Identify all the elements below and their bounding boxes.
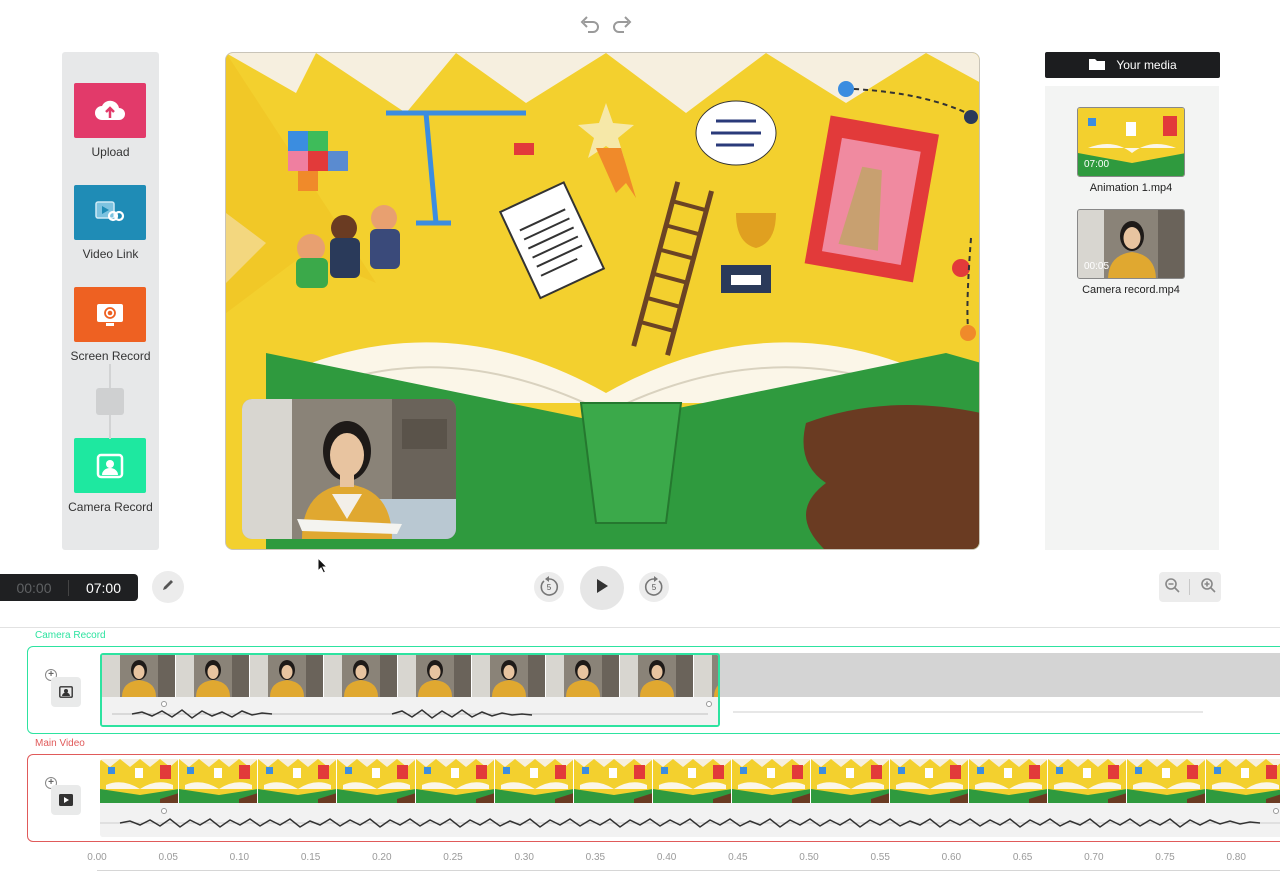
forward-seconds: 5 <box>651 582 657 592</box>
mode-toggle[interactable] <box>96 388 124 415</box>
ruler-tick: 0.45 <box>728 852 748 863</box>
undo-icon[interactable] <box>578 12 602 36</box>
ruler-tick: 0.15 <box>300 852 321 863</box>
ruler-tick: 0.75 <box>1155 852 1175 863</box>
ruler-tick: 0.40 <box>656 852 677 863</box>
ruler-tick: 0.60 <box>941 852 962 863</box>
ruler-tick: 0.10 <box>229 852 250 863</box>
edit-button[interactable] <box>152 571 184 603</box>
empty-track-area <box>647 653 1280 697</box>
ruler-tick: 0.35 <box>585 852 606 863</box>
media-library: 07:00 Animation 1.mp4 00:05 Camera recor… <box>1045 86 1219 550</box>
screen-record-icon[interactable] <box>74 287 146 342</box>
camera-track: + <box>27 646 1280 734</box>
media-name: Animation 1.mp4 <box>1089 182 1173 194</box>
rewind-icon: 5 <box>538 576 560 598</box>
zoom-in-icon[interactable] <box>1200 577 1216 598</box>
presenter-image <box>242 399 456 539</box>
camera-track-label: Camera Record <box>35 630 106 641</box>
total-time: 07:00 <box>85 579 122 596</box>
ruler-tick: 0.50 <box>799 852 819 863</box>
rewind-5-button[interactable]: 5 <box>534 572 564 602</box>
forward-5-button[interactable]: 5 <box>639 572 669 602</box>
media-header-label: Your media <box>1116 58 1177 72</box>
video-link-tool[interactable]: Video Link <box>74 185 147 261</box>
zoom-controls <box>1159 572 1221 602</box>
redo-icon[interactable] <box>610 12 634 36</box>
ruler-tick: 0.30 <box>514 852 534 863</box>
tool-label: Camera Record <box>68 500 153 514</box>
timeline-divider <box>0 627 1280 628</box>
timeline-ruler[interactable]: 0.00 0.05 0.10 0.15 0.20 0.25 0.30 0.35 0.40 0.45… <box>87 848 1280 876</box>
video-icon <box>59 794 73 806</box>
main-video-clip[interactable] <box>100 759 1280 837</box>
tool-label: Upload <box>91 145 130 159</box>
media-item[interactable]: 00:05 Camera record.mp4 <box>1077 209 1185 296</box>
rewind-seconds: 5 <box>546 582 552 592</box>
zoom-divider <box>1189 579 1191 595</box>
camera-clip[interactable] <box>100 653 720 727</box>
history-controls <box>578 12 634 36</box>
add-camera-clip-button[interactable]: + <box>45 669 81 707</box>
empty-audio-lane <box>728 699 1280 721</box>
video-link-icon[interactable] <box>74 185 146 240</box>
ruler-tick: 0.65 <box>1012 852 1033 863</box>
ruler-tick: 0.70 <box>1084 852 1104 863</box>
cursor-icon <box>317 557 329 574</box>
upload-tool[interactable]: Upload <box>74 83 147 159</box>
your-media-button[interactable]: Your media <box>1045 52 1220 78</box>
recording-tools-panel: Upload Video Link Screen Record Camera R… <box>62 52 159 550</box>
media-duration: 00:05 <box>1084 261 1110 272</box>
pencil-icon <box>161 578 175 597</box>
main-video-track: + <box>27 754 1280 842</box>
audio-lane-line <box>733 711 1203 713</box>
play-button[interactable] <box>580 566 624 610</box>
folder-icon <box>1088 57 1106 74</box>
play-icon <box>594 577 610 600</box>
ruler-tick: 0.80 <box>1226 852 1246 863</box>
current-time[interactable]: 00:00 <box>0 579 69 596</box>
forward-icon: 5 <box>643 576 665 598</box>
ruler-tick: 0.25 <box>443 852 463 863</box>
tool-label: Screen Record <box>70 349 151 363</box>
zoom-out-icon[interactable] <box>1164 577 1180 598</box>
ruler-tick: 0.55 <box>870 852 890 863</box>
media-item[interactable]: 07:00 Animation 1.mp4 <box>1077 107 1185 194</box>
media-thumbnail[interactable]: 00:05 <box>1077 209 1185 279</box>
camera-record-icon <box>59 686 73 698</box>
add-main-clip-button[interactable]: + <box>45 777 81 815</box>
tool-label: Video Link <box>82 247 139 261</box>
camera-clip-frames <box>102 655 718 725</box>
screen-record-tool[interactable]: Screen Record <box>70 287 151 363</box>
main-clip-frames <box>100 759 1280 837</box>
ruler-baseline <box>97 870 1280 871</box>
media-thumbnail[interactable]: 07:00 <box>1077 107 1185 177</box>
camera-record-tool[interactable]: Camera Record <box>68 438 153 514</box>
timecode-display: 00:00 07:00 <box>0 574 138 601</box>
camera-overlay[interactable] <box>242 399 456 539</box>
ruler-tick: 0.20 <box>372 852 392 863</box>
main-track-label: Main Video <box>35 738 85 749</box>
cloud-upload-icon[interactable] <box>74 83 146 138</box>
media-duration: 07:00 <box>1084 159 1110 170</box>
ruler-tick: 0.00 <box>87 852 107 863</box>
camera-record-icon[interactable] <box>74 438 146 493</box>
media-name: Camera record.mp4 <box>1082 284 1180 296</box>
ruler-tick: 0.05 <box>158 852 178 863</box>
